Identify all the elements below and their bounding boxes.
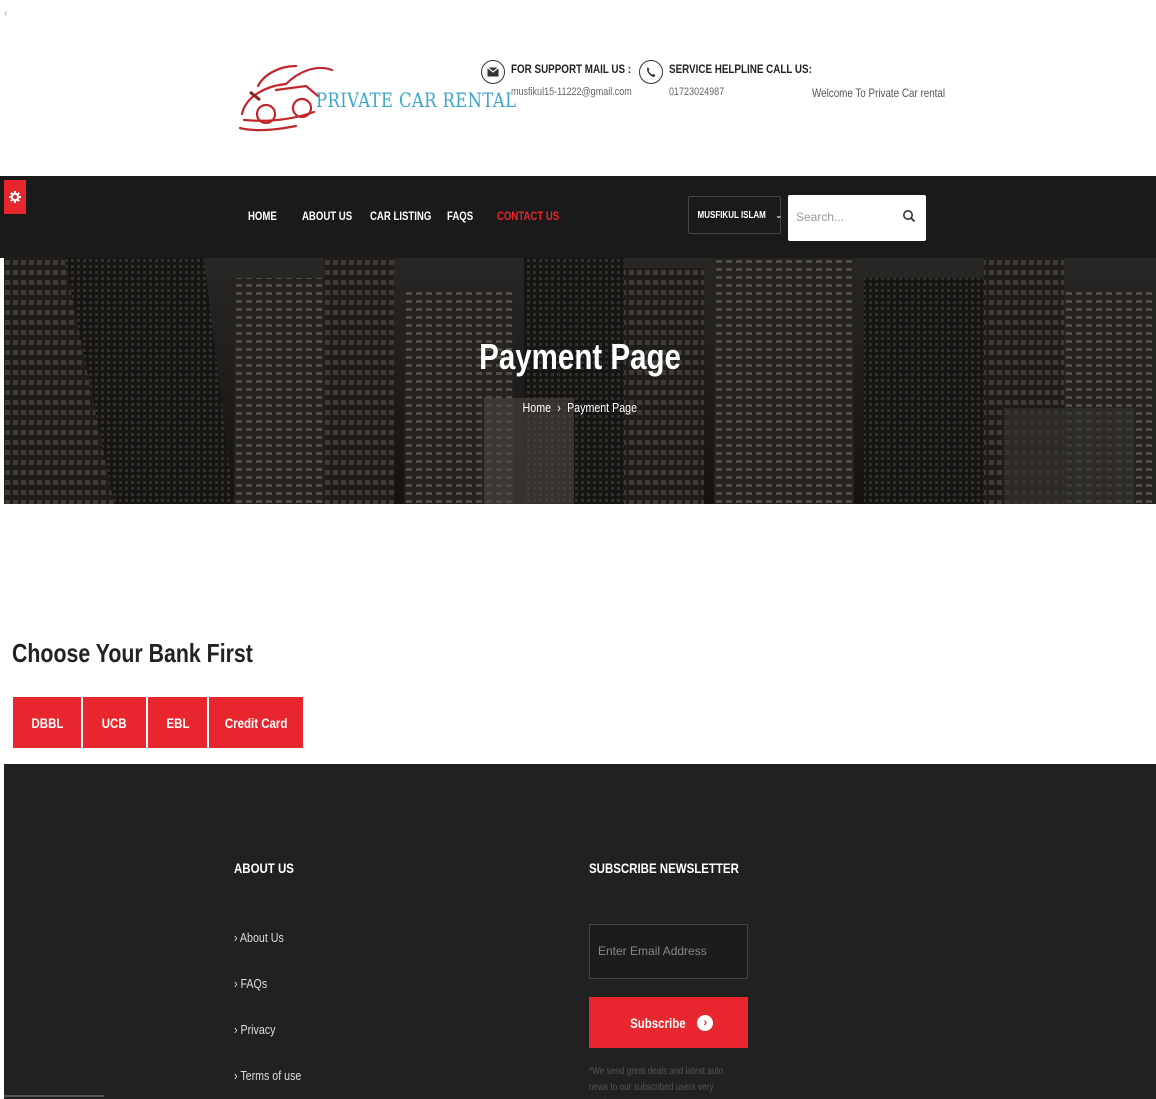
envelope-icon [481,60,505,84]
bank-ebl-button[interactable]: EBL [148,697,207,748]
main-nav: HOME ABOUT US CAR LISTING FAQS CONTACT U… [0,176,1156,258]
user-name: MUSFIKUL ISLAM [697,209,766,221]
newsletter-note: *We send great deals and latest auto new… [589,1066,724,1099]
breadcrumb: Home › Payment Page [4,400,1156,415]
footer-link-terms[interactable]: › Terms of use [234,1068,301,1083]
helpline-title: SERVICE HELPLINE CALL US: [669,62,812,76]
subscribe-label: Subscribe [629,1014,686,1031]
back-chevron-icon[interactable]: ‹ [4,8,7,19]
breadcrumb-current: Payment Page [567,400,638,415]
subscribe-button[interactable]: Subscribe › [589,997,748,1048]
gear-icon[interactable] [4,180,26,214]
hero-overlay [4,258,1156,504]
nav-faqs[interactable]: FAQS [447,209,473,223]
footer-newsletter-heading: SUBSCRIBE NEWSLETTER [589,860,739,876]
search-box [788,195,926,241]
arrow-right-icon: › [697,1014,714,1031]
footer-link-about[interactable]: › About Us [234,930,284,945]
bank-dbbl-button[interactable]: DBBL [13,697,81,748]
nav-home[interactable]: HOME [248,209,277,223]
footer-link-faqs[interactable]: › FAQs [234,976,267,991]
page-hero-banner: Payment Page Home › Payment Page [4,258,1156,504]
support-email[interactable]: musfikul15-11222@gmail.com [511,86,632,98]
search-icon[interactable] [902,209,916,223]
chevron-down-icon: ⌄ [775,210,783,220]
welcome-text: Welcome To Private Car rental [812,86,946,100]
site-footer: ABOUT US › About Us › FAQs › Privacy › T… [4,764,1156,1099]
footer-divider [4,1095,104,1097]
bank-section-title: Choose Your Bank First [12,638,253,668]
footer-link-privacy[interactable]: › Privacy [234,1022,275,1037]
support-title: FOR SUPPORT MAIL US : [511,62,632,76]
site-header: ‹ PRIVATE CAR RENTAL FOR SUPPORT MAIL US… [0,0,1156,176]
user-menu-button[interactable]: MUSFIKUL ISLAM ⌄ [688,196,783,234]
bank-button-group: DBBL UCB EBL Credit Card [13,697,303,748]
footer-about-heading: ABOUT US [234,860,294,876]
newsletter-email-box [589,924,748,979]
nav-car-listing[interactable]: CAR LISTING [370,209,431,223]
search-input[interactable] [796,207,896,227]
newsletter-email-input[interactable] [598,941,738,961]
bank-credit-card-button[interactable]: Credit Card [209,697,303,748]
helpline-number[interactable]: 01723024987 [669,86,724,98]
breadcrumb-separator: › [557,400,562,415]
logo-text[interactable]: PRIVATE CAR RENTAL [316,88,516,112]
bank-ucb-button[interactable]: UCB [83,697,146,748]
breadcrumb-home[interactable]: Home [523,400,551,415]
page-title: Payment Page [479,336,681,377]
phone-icon [639,60,663,84]
nav-contact-us[interactable]: CONTACT US [497,209,559,223]
nav-about-us[interactable]: ABOUT US [302,209,352,223]
